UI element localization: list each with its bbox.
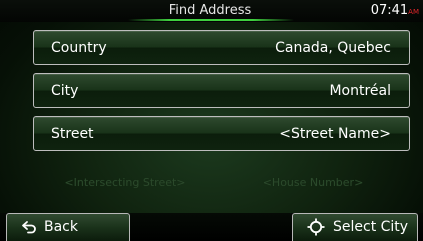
city-value: Montréal [329,83,391,99]
clock-time: 07:41 [370,3,409,18]
country-row[interactable]: Country Canada, Quebec [33,30,410,65]
country-value: Canada, Quebec [275,40,391,56]
street-value: <Street Name> [279,126,391,142]
country-label: Country [51,40,107,56]
street-row[interactable]: Street <Street Name> [33,116,410,151]
clock-ampm: AM [408,8,419,16]
house-number-button: <House Number> [262,176,364,189]
title-underline [128,19,294,21]
header-bar: Find Address 07:41AM [0,0,423,22]
city-label: City [51,83,79,99]
back-arrow-icon [21,220,37,238]
street-label: Street [51,126,94,142]
find-address-screen: Find Address 07:41AM Country Canada, Que… [0,0,423,241]
back-button[interactable]: Back [6,213,130,241]
intersecting-street-button: <Intersecting Street> [64,176,186,189]
crosshair-icon [307,218,325,240]
select-city-label: Select City [333,219,409,235]
clock: 07:41AM [371,3,419,20]
select-city-button[interactable]: Select City [292,213,418,241]
page-title: Find Address [168,3,252,18]
back-label: Back [44,219,78,235]
city-row[interactable]: City Montréal [33,73,410,108]
